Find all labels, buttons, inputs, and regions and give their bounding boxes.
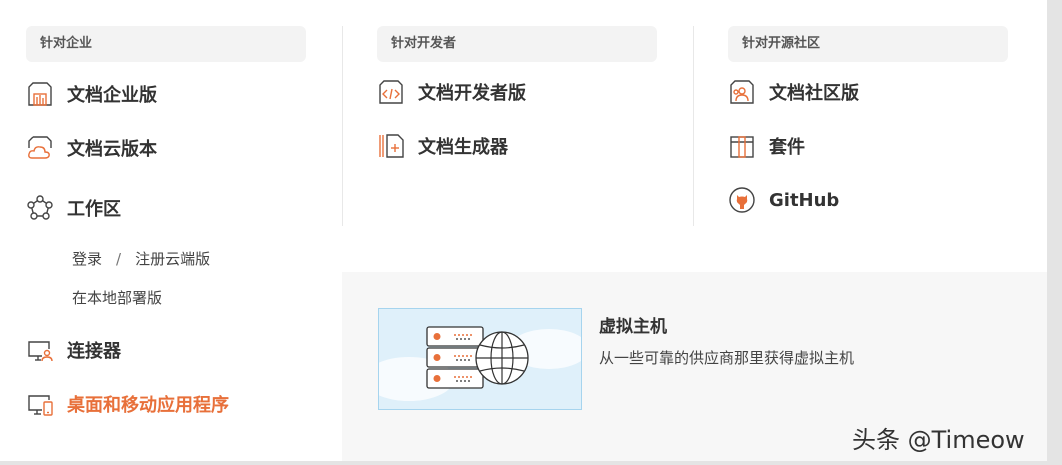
enterprise-edition-link[interactable]: 文档企业版 [26, 78, 157, 110]
github-label: GitHub [769, 189, 840, 211]
virtual-host-description: 从一些可靠的供应商那里获得虚拟主机 [599, 349, 855, 367]
workspace-network-icon [26, 194, 54, 222]
connectors-label: 连接器 [67, 341, 121, 362]
desktop-mobile-apps-link[interactable]: 桌面和移动应用程序 [26, 388, 229, 420]
bundle-box-icon [728, 132, 756, 160]
scrollbar[interactable] [1047, 0, 1062, 465]
column-divider-2 [693, 26, 694, 226]
developers-header: 针对开发者 [377, 26, 657, 62]
onpremise-link[interactable]: 在本地部署版 [72, 287, 162, 308]
community-doc-icon [728, 78, 756, 106]
connectors-link[interactable]: 连接器 [26, 334, 121, 366]
doc-builder-link[interactable]: 文档生成器 [377, 130, 508, 162]
column-divider-1 [342, 26, 343, 226]
cloud-edition-link[interactable]: 文档云版本 [26, 132, 157, 164]
github-link[interactable]: GitHub [728, 184, 839, 216]
watermark-text: 头条 @Timeow [852, 426, 1025, 454]
workspace-auth-links: 登录 / 注册云端版 [72, 248, 210, 269]
doc-builder-icon [377, 132, 405, 160]
community-header: 针对开源社区 [728, 26, 1008, 62]
code-doc-icon [377, 78, 405, 106]
desktop-mobile-apps-label: 桌面和移动应用程序 [67, 395, 229, 416]
cloud-doc-icon [26, 134, 54, 162]
enterprise-header: 针对企业 [26, 26, 306, 62]
enterprise-building-icon [26, 80, 54, 108]
virtual-host-title: 虚拟主机 [599, 317, 667, 337]
login-link[interactable]: 登录 [72, 250, 102, 268]
login-separator: / [116, 250, 122, 268]
workspace-link[interactable]: 工作区 [26, 192, 121, 224]
desktop-mobile-icon [26, 390, 54, 418]
developer-edition-link[interactable]: 文档开发者版 [377, 76, 526, 108]
register-cloud-link[interactable]: 注册云端版 [135, 250, 210, 268]
community-edition-link[interactable]: 文档社区版 [728, 76, 859, 108]
bottom-edge [0, 461, 1062, 465]
doc-builder-label: 文档生成器 [418, 137, 508, 158]
bundles-link[interactable]: 套件 [728, 130, 805, 162]
github-icon [728, 186, 756, 214]
enterprise-edition-label: 文档企业版 [67, 85, 157, 106]
server-globe-illustration [378, 308, 582, 410]
connector-monitor-icon [26, 336, 54, 364]
developer-edition-label: 文档开发者版 [418, 83, 526, 104]
cloud-edition-label: 文档云版本 [67, 139, 157, 160]
community-edition-label: 文档社区版 [769, 83, 859, 104]
bundles-label: 套件 [769, 137, 805, 158]
menu-panel: 针对企业 文档企业版 文档云版本 工作区 登录 / 注册云端版 在本地部署版 连… [0, 0, 1047, 461]
workspace-label: 工作区 [67, 199, 121, 220]
